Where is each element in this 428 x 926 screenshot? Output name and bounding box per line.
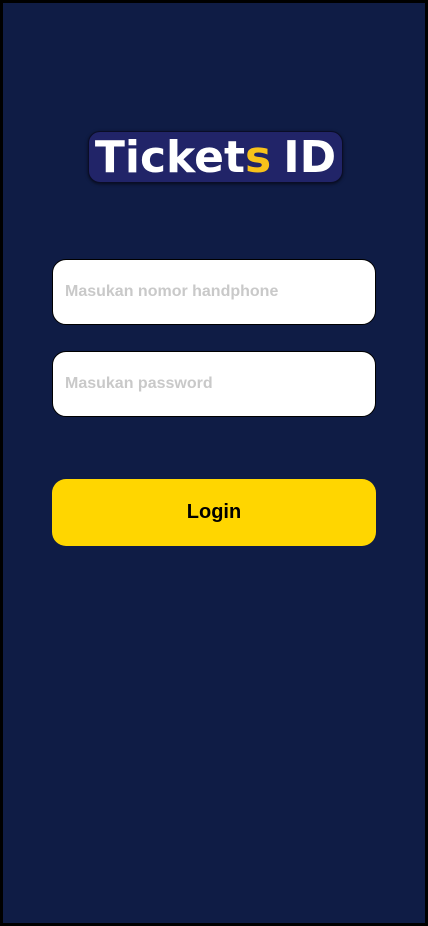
logo-text-main: Ticket: [94, 131, 246, 183]
logo-text-accent: s: [245, 131, 272, 183]
phone-field[interactable]: [52, 259, 376, 325]
app-logo: Ticket s ID: [88, 131, 343, 183]
password-field[interactable]: [52, 351, 376, 417]
phone-input[interactable]: [65, 260, 375, 324]
password-input[interactable]: [65, 352, 375, 416]
logo-text-suffix: ID: [283, 131, 337, 183]
login-button[interactable]: Login: [52, 479, 376, 546]
login-screen: TicketsID Login: [3, 3, 425, 923]
